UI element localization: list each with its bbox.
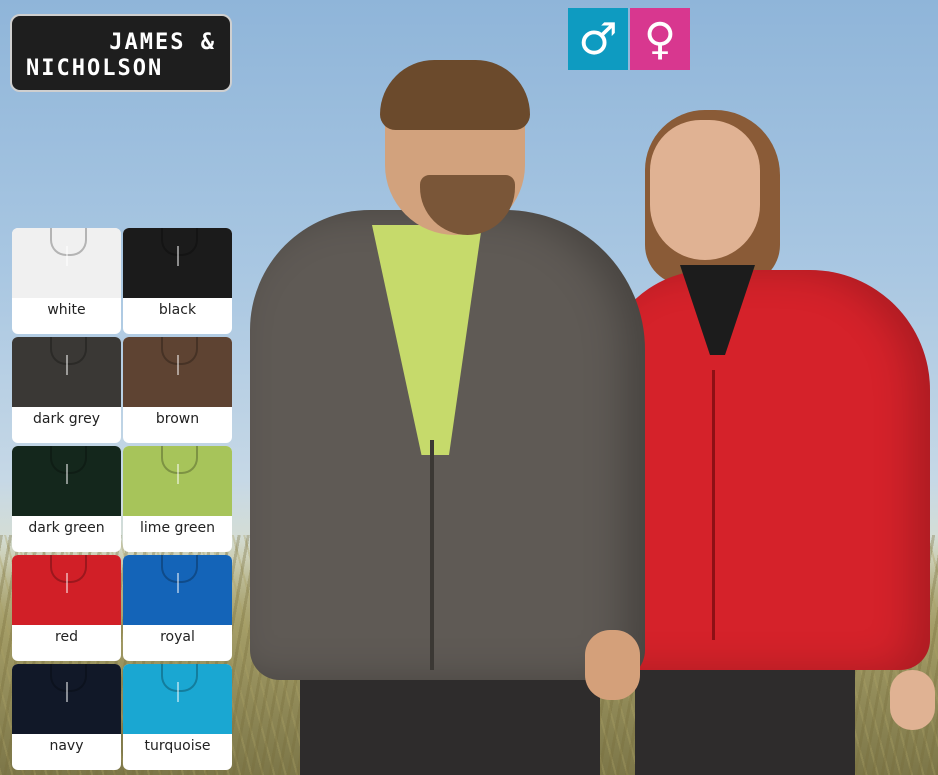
- man-jacket-zip: [430, 440, 434, 670]
- swatch-dark-green: dark green: [12, 446, 121, 552]
- swatch-chip: [12, 446, 121, 516]
- woman-red-fleece-jacket: [600, 270, 930, 670]
- brand-logo-line2: NICHOLSON: [26, 56, 164, 81]
- woman-face: [650, 120, 760, 260]
- swatch-navy: navy: [12, 664, 121, 770]
- swatch-label: dark green: [28, 520, 105, 536]
- swatch-chip: [12, 337, 121, 407]
- swatch-chip: [123, 228, 232, 298]
- woman-hand: [890, 670, 935, 730]
- swatch-label: royal: [160, 629, 195, 645]
- swatch-chip: [123, 337, 232, 407]
- brand-logo: JAMES & NICHOLSON: [10, 14, 232, 92]
- swatch-chip: [12, 228, 121, 298]
- swatch-chip: [123, 664, 232, 734]
- swatch-label: black: [158, 302, 197, 318]
- swatch-red: red: [12, 555, 121, 661]
- brand-logo-line1: JAMES &: [109, 30, 216, 55]
- swatch-label: navy: [49, 738, 84, 754]
- swatch-black: black: [123, 228, 232, 334]
- swatch-white: white: [12, 228, 121, 334]
- female-symbol-icon: ♀: [630, 8, 690, 70]
- swatch-brown: brown: [123, 337, 232, 443]
- swatch-label: turquoise: [144, 738, 211, 754]
- color-swatch-grid: white black dark grey brown dark green l…: [12, 228, 232, 770]
- woman-jacket-zip: [712, 370, 715, 640]
- swatch-label: lime green: [140, 520, 215, 536]
- swatch-lime-green: lime green: [123, 446, 232, 552]
- swatch-chip: [12, 664, 121, 734]
- swatch-label: red: [55, 629, 78, 645]
- swatch-dark-grey: dark grey: [12, 337, 121, 443]
- man-hand: [585, 630, 640, 700]
- swatch-label: dark grey: [32, 411, 100, 427]
- swatch-label: white: [47, 302, 86, 318]
- male-symbol-icon: ♂: [568, 8, 628, 70]
- swatch-royal: royal: [123, 555, 232, 661]
- swatch-turquoise: turquoise: [123, 664, 232, 770]
- swatch-chip: [123, 446, 232, 516]
- swatch-label: brown: [155, 411, 200, 427]
- man-hair: [380, 60, 530, 130]
- swatch-chip: [12, 555, 121, 625]
- swatch-chip: [123, 555, 232, 625]
